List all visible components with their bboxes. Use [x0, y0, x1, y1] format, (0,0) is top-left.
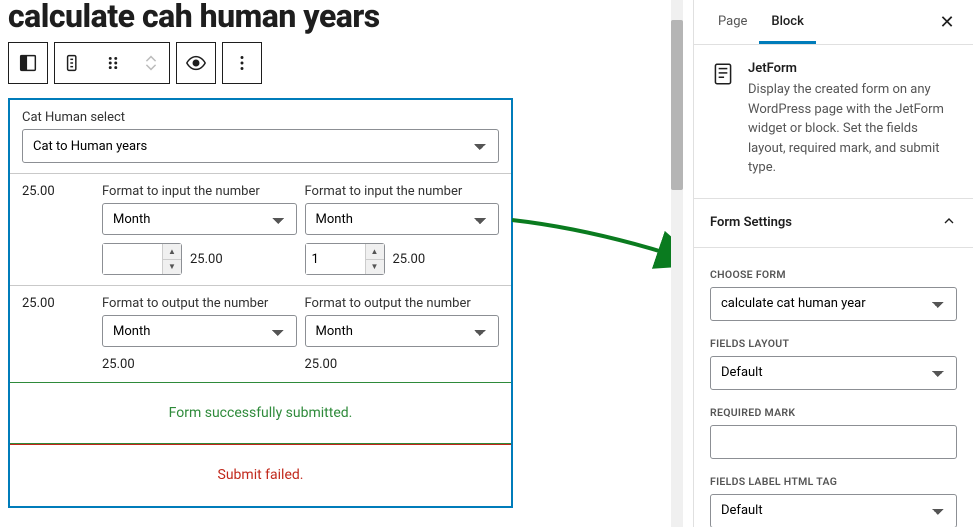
- fields-layout-label: FIELDS LAYOUT: [710, 337, 957, 350]
- number-input-1[interactable]: ▲▼: [102, 243, 182, 275]
- left-value-1: 25.00: [22, 184, 102, 275]
- input-format-label-1: Format to input the number: [102, 184, 297, 199]
- chevron-up-icon: [941, 213, 957, 233]
- tab-page[interactable]: Page: [706, 0, 759, 44]
- panel-title: Form Settings: [710, 215, 792, 230]
- input-format-select-2[interactable]: Month: [305, 203, 500, 235]
- fields-label-tag-label: FIELDS LABEL HTML TAG: [710, 475, 957, 488]
- step-up-icon[interactable]: ▲: [366, 244, 384, 259]
- cat-human-select[interactable]: Cat to Human years: [22, 129, 499, 163]
- select-label: Cat Human select: [22, 110, 499, 125]
- left-value-2: 25.00: [22, 296, 102, 372]
- block-inspector: Page Block ✕ JetForm Display the created…: [693, 0, 973, 527]
- page-title: calculate cah human years: [8, 0, 663, 32]
- output-format-label-1: Format to output the number: [102, 296, 297, 311]
- output-format-select-2[interactable]: Month: [305, 315, 500, 347]
- align-icon[interactable]: [55, 43, 93, 83]
- input-format-select-1[interactable]: Month: [102, 203, 297, 235]
- required-mark-input[interactable]: [710, 425, 957, 459]
- block-title: JetForm: [748, 61, 957, 76]
- block-toolbar: [8, 42, 663, 84]
- layout-icon[interactable]: [9, 43, 47, 83]
- fields-layout-select[interactable]: Default: [710, 356, 957, 390]
- jetform-icon: [710, 61, 736, 87]
- required-mark-label: REQUIRED MARK: [710, 406, 957, 419]
- choose-form-select[interactable]: calculate cat human year: [710, 287, 957, 321]
- output-result-2: 25.00: [305, 357, 500, 372]
- drag-handle-icon[interactable]: [93, 43, 131, 83]
- fields-label-tag-select[interactable]: Default: [710, 494, 957, 527]
- more-icon[interactable]: [223, 43, 261, 83]
- number-input-2[interactable]: ▲▼: [305, 243, 385, 275]
- choose-form-label: CHOOSE FORM: [710, 268, 957, 281]
- number-side-1: 25.00: [190, 252, 223, 267]
- block-description: Display the created form on any WordPres…: [748, 80, 957, 178]
- number-side-2: 25.00: [393, 252, 426, 267]
- editor-scrollbar[interactable]: [671, 0, 683, 527]
- input-format-label-2: Format to input the number: [305, 184, 500, 199]
- step-down-icon[interactable]: ▼: [163, 259, 181, 274]
- success-message: Form successfully submitted.: [10, 382, 511, 444]
- panel-form-settings[interactable]: Form Settings: [694, 199, 973, 248]
- output-format-label-2: Format to output the number: [305, 296, 500, 311]
- output-result-1: 25.00: [102, 357, 297, 372]
- error-message: Submit failed.: [10, 444, 511, 506]
- number-field-2[interactable]: [306, 244, 365, 274]
- jetform-block[interactable]: Cat Human select Cat to Human years 25.0…: [8, 98, 513, 508]
- move-icon[interactable]: [131, 43, 169, 83]
- number-field-1[interactable]: [103, 244, 162, 274]
- tab-block[interactable]: Block: [759, 0, 815, 44]
- output-format-select-1[interactable]: Month: [102, 315, 297, 347]
- preview-icon[interactable]: [177, 43, 215, 83]
- step-up-icon[interactable]: ▲: [163, 244, 181, 259]
- step-down-icon[interactable]: ▼: [366, 259, 384, 274]
- close-icon[interactable]: ✕: [933, 8, 961, 36]
